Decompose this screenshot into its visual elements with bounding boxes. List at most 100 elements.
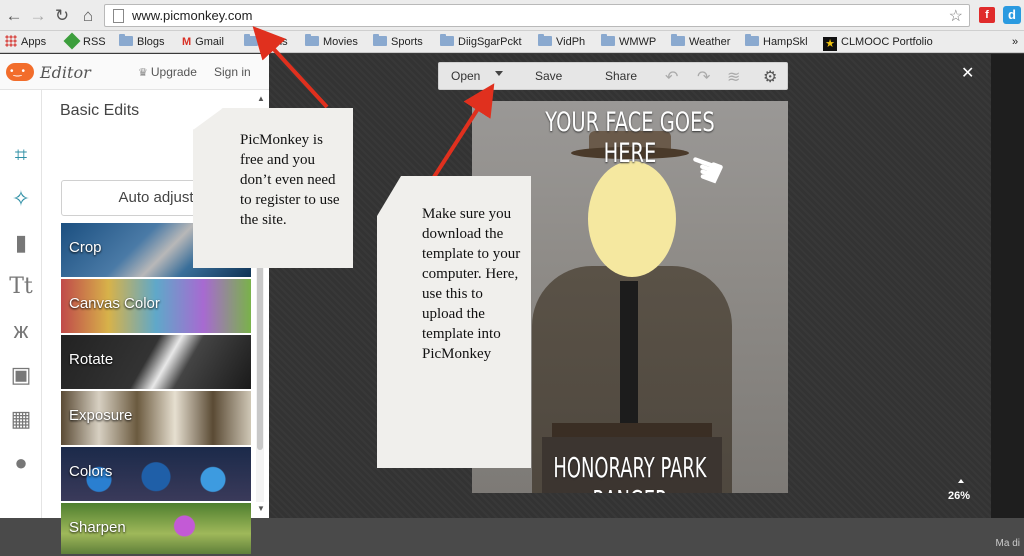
rss-icon <box>63 32 81 50</box>
layers-icon[interactable]: ≋ <box>727 67 740 87</box>
bookmark-rss[interactable]: RSS <box>63 32 106 50</box>
bookmark-label: WMWP <box>619 36 657 48</box>
annotation-note-free: PicMonkey is free and you don’t even nee… <box>193 108 353 268</box>
photo-caption: HONORARY PARK RANGER <box>553 451 707 493</box>
bookmark-label: Sports <box>391 36 423 48</box>
folder-icon <box>244 34 258 46</box>
bookmark-apps[interactable]: Apps <box>5 34 46 50</box>
editor-toolbar: Open Save Share ↶ ↷ ≋ ⚙ <box>438 62 788 90</box>
edit-tile-label: Colors <box>69 463 113 480</box>
reload-icon[interactable]: ↻ <box>52 6 72 26</box>
bookmark-label: Apps <box>21 36 47 48</box>
bookmark-blogs[interactable]: Blogs <box>119 34 165 50</box>
magic-wand-icon[interactable]: ✧ <box>6 184 36 214</box>
scroll-up-arrow-icon[interactable]: ▲ <box>257 94 265 103</box>
bookmark-movies[interactable]: Movies <box>305 34 358 50</box>
note-text: Make sure you download the template to y… <box>422 206 521 362</box>
upgrade-label: Upgrade <box>150 65 197 79</box>
photo-title: YOUR FACE GOES HERE <box>545 107 715 169</box>
folder-icon <box>538 34 552 46</box>
upgrade-link[interactable]: ♛ Upgrade <box>138 65 197 79</box>
edit-tile-sharpen[interactable]: Sharpen <box>61 503 251 554</box>
home-icon[interactable]: ⌂ <box>78 6 98 26</box>
url-text[interactable]: www.picmonkey.com <box>132 8 252 23</box>
bookmark-label: HampSkl <box>763 36 808 48</box>
bookmark-label: RSS <box>83 36 106 48</box>
bookmarks-bar: Apps RSS Blogs M Gmail Tools Movies Sport… <box>0 31 1024 53</box>
bookmark-gmail[interactable]: M Gmail <box>182 34 224 50</box>
picmonkey-logo-icon <box>6 63 34 81</box>
folder-icon <box>440 34 454 46</box>
bookmark-vidph[interactable]: VidPh <box>538 34 585 50</box>
section-title: Basic Edits <box>60 102 140 119</box>
save-button[interactable]: Save <box>535 69 562 83</box>
face-placeholder-oval <box>588 161 676 277</box>
redo-icon[interactable]: ↷ <box>697 67 710 87</box>
edit-tile-colors[interactable]: Colors <box>61 447 251 501</box>
apple-icon[interactable]: ● <box>6 448 36 478</box>
clmooc-icon: ★ <box>823 37 837 51</box>
edit-tile-canvas-color[interactable]: Canvas Color <box>61 279 251 333</box>
bookmark-star-icon[interactable]: ☆ <box>949 6 963 26</box>
folder-icon <box>601 34 615 46</box>
crown-icon: ♛ <box>138 67 148 79</box>
forward-arrow-icon[interactable]: → <box>28 6 48 26</box>
note-text: PicMonkey is free and you don’t even nee… <box>240 132 340 228</box>
butterfly-icon[interactable]: ж <box>6 316 36 346</box>
lipstick-icon[interactable]: ▮ <box>6 228 36 258</box>
open-button[interactable]: Open <box>451 69 480 83</box>
bookmark-label: VidPh <box>556 36 586 48</box>
gmail-icon: M <box>182 36 192 48</box>
gear-icon[interactable]: ⚙ <box>763 67 777 87</box>
belt <box>552 423 712 437</box>
bookmark-label: Movies <box>323 36 358 48</box>
zoom-caret-icon[interactable] <box>958 479 964 483</box>
close-icon[interactable]: ✕ <box>961 63 974 83</box>
bookmark-hampskl[interactable]: HampSkl <box>745 34 808 50</box>
edit-tile-label: Sharpen <box>69 519 126 536</box>
bookmark-label: Blogs <box>137 36 165 48</box>
bookmark-label: DiigSgarPckt <box>458 36 522 48</box>
flipboard-extension-icon[interactable]: f <box>979 7 995 23</box>
scroll-down-arrow-icon[interactable]: ▼ <box>257 504 265 513</box>
annotation-note-download: Make sure you download the template to y… <box>377 176 531 468</box>
browser-toolbar: ← → ↻ ⌂ www.picmonkey.com ☆ f d <box>0 0 1024 31</box>
back-arrow-icon[interactable]: ← <box>4 6 24 26</box>
address-bar[interactable]: www.picmonkey.com ☆ <box>104 4 970 27</box>
undo-icon[interactable]: ↶ <box>665 67 678 87</box>
signin-link[interactable]: Sign in <box>214 65 251 79</box>
zoom-level[interactable]: 26% <box>948 490 970 502</box>
tool-rail: ⌗ ✧ ▮ Tt ж ▣ ▦ ● <box>0 90 42 518</box>
edit-tile-label: Exposure <box>69 407 133 424</box>
folder-icon <box>373 34 387 46</box>
corner-text: Ma di <box>995 538 1020 549</box>
bookmark-tools[interactable]: Tools <box>244 34 288 50</box>
open-dropdown-caret-icon[interactable] <box>495 71 503 76</box>
bookmark-clmooc-portfolio[interactable]: ★ CLMOOC Portfolio <box>823 34 933 51</box>
page-icon <box>113 9 124 23</box>
bookmark-sports[interactable]: Sports <box>373 34 423 50</box>
folder-icon <box>119 34 133 46</box>
bookmark-label: Tools <box>262 36 288 48</box>
crop-icon[interactable]: ⌗ <box>6 140 36 170</box>
edit-tile-label: Crop <box>69 239 102 256</box>
apps-grid-icon <box>5 35 17 47</box>
more-bookmarks-chevron-icon[interactable]: » <box>1012 34 1018 50</box>
edit-tile-rotate[interactable]: Rotate <box>61 335 251 389</box>
text-icon[interactable]: Tt <box>6 272 36 302</box>
bookmark-label: Gmail <box>195 36 224 48</box>
bookmark-diigsgarpckt[interactable]: DiigSgarPckt <box>440 34 522 50</box>
bookmark-weather[interactable]: Weather <box>671 34 730 50</box>
logo-text: Editor <box>40 63 91 82</box>
extension-d-icon[interactable]: d <box>1003 6 1021 24</box>
panel-header: Editor ♛Upgrade Sign in <box>0 54 269 90</box>
bookmark-label: CLMOOC Portfolio <box>841 36 933 48</box>
texture-icon[interactable]: ▦ <box>6 404 36 434</box>
bookmark-wmwp[interactable]: WMWP <box>601 34 656 50</box>
share-button[interactable]: Share <box>605 69 637 83</box>
edit-tile-exposure[interactable]: Exposure <box>61 391 251 445</box>
frame-icon[interactable]: ▣ <box>6 360 36 390</box>
edit-tile-label: Rotate <box>69 351 114 368</box>
necktie <box>620 281 638 431</box>
folder-icon <box>305 34 319 46</box>
